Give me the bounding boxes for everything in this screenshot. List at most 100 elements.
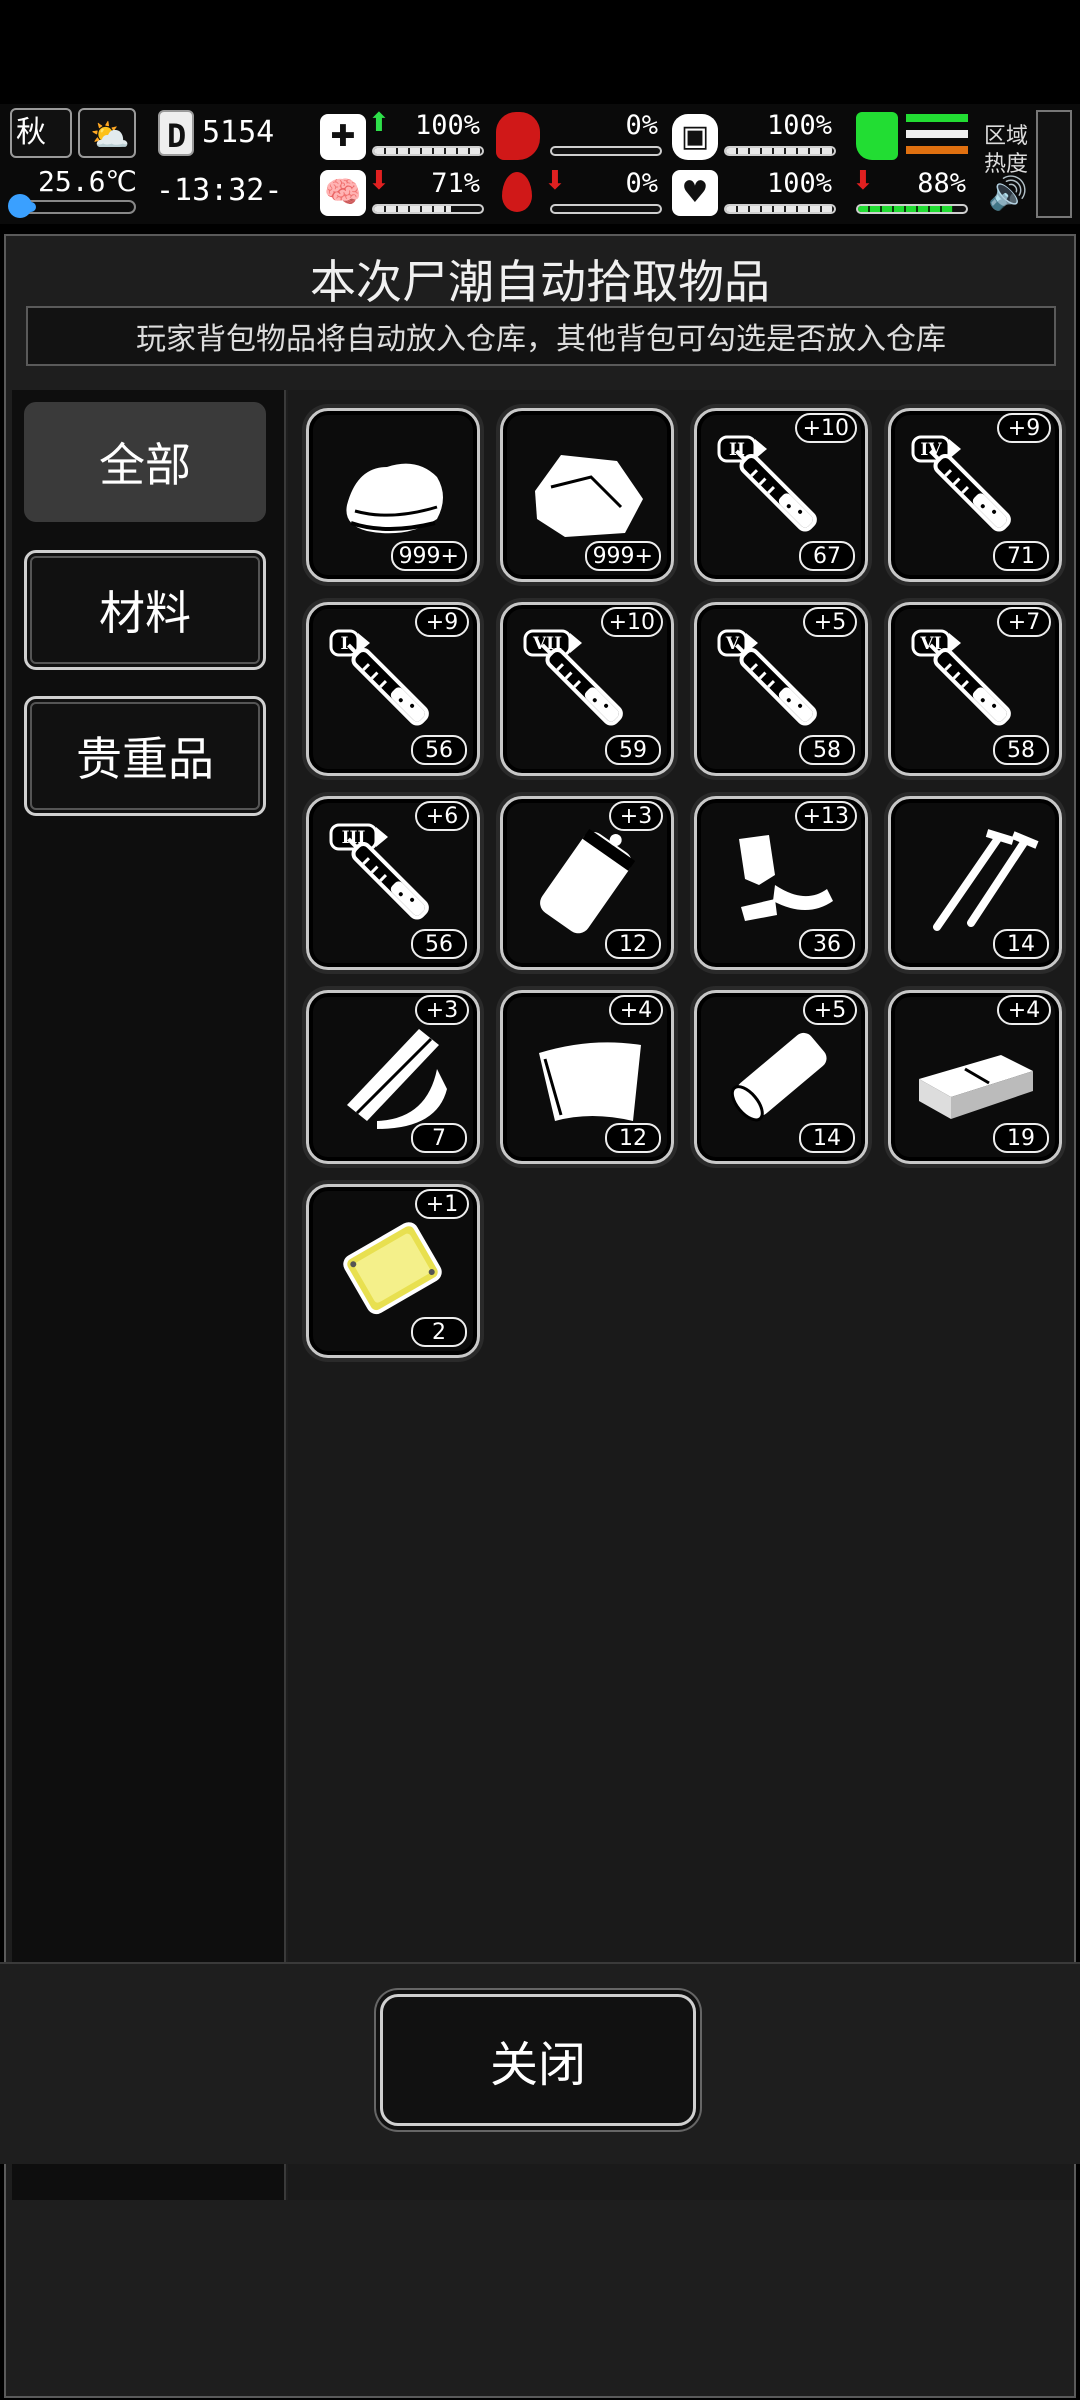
bleed-value: 0%: [625, 168, 658, 199]
item-gain-badge: +9: [997, 413, 1051, 443]
category-tab-valuables[interactable]: 贵重品: [24, 696, 266, 816]
item-slot[interactable]: I +9 56: [306, 602, 480, 776]
clock-readout: -13:32-: [156, 173, 283, 208]
item-slot[interactable]: VI +7 58: [888, 602, 1062, 776]
item-count-badge: 58: [993, 735, 1049, 765]
item-slot[interactable]: +4 12: [500, 990, 674, 1164]
item-gain-badge: +9: [415, 607, 469, 637]
season-box: 秋: [10, 108, 72, 158]
heart-icon: ♥: [672, 170, 718, 216]
item-count-badge: 71: [993, 541, 1049, 571]
log-icon: [730, 1032, 827, 1122]
blood-drop-icon: [502, 172, 532, 212]
stamina-bar: [856, 204, 968, 214]
cloth-sheet-icon: [539, 1042, 641, 1121]
scrap-parts-icon: [739, 835, 833, 921]
item-count-badge: 14: [993, 929, 1049, 959]
item-slot[interactable]: IV +9 71: [888, 408, 1062, 582]
speaker-icon[interactable]: 🔊: [988, 174, 1028, 212]
panel-subtitle: 玩家背包物品将自动放入仓库，其他背包可勾选是否放入仓库: [26, 306, 1056, 366]
item-slot[interactable]: 999+: [306, 408, 480, 582]
item-gain-badge: +10: [600, 607, 663, 637]
water-value: 100%: [766, 110, 832, 141]
cloth-icon: [346, 463, 443, 534]
plastic-bag-icon: [540, 828, 636, 934]
item-count-badge: 56: [411, 735, 467, 765]
item-slot[interactable]: +3 7: [306, 990, 480, 1164]
item-gain-badge: +4: [609, 995, 663, 1025]
wood-planks-icon: [347, 1029, 447, 1129]
item-count-badge: 19: [993, 1123, 1049, 1153]
mood-value: 71%: [431, 168, 480, 199]
category-sidebar: 全部 材料 贵重品: [12, 390, 286, 2200]
svg-text:I: I: [341, 634, 349, 654]
item-count-badge: 59: [605, 735, 661, 765]
item-count-badge: 7: [411, 1123, 467, 1153]
item-gain-badge: +10: [794, 413, 857, 443]
item-slot[interactable]: +5 14: [694, 990, 868, 1164]
syringe-v-icon: V: [717, 629, 817, 726]
category-tab-all[interactable]: 全部: [24, 402, 266, 522]
item-gain-badge: +7: [997, 607, 1051, 637]
brick-icon: [919, 1055, 1033, 1119]
mood-bar: [372, 204, 484, 214]
item-slot[interactable]: +1 2: [306, 1184, 480, 1358]
status-hud: 秋 ⛅ 25.6℃ D 5154 -13:32- ✚ ⬆ 100% 🧠 ⬇ 71…: [0, 104, 1080, 224]
stomach-icon: [496, 112, 540, 160]
item-count-badge: 999+: [390, 541, 467, 571]
item-gain-badge: +4: [997, 995, 1051, 1025]
item-slot[interactable]: V +5 58: [694, 602, 868, 776]
item-count-badge: 12: [605, 929, 661, 959]
syringe-ii-icon: II: [717, 435, 817, 532]
item-gain-badge: +5: [803, 607, 857, 637]
syringe-iii-icon: III: [329, 823, 429, 920]
item-slot[interactable]: +3 12: [500, 796, 674, 970]
weather-box: ⛅: [78, 108, 136, 158]
item-count-badge: 14: [799, 1123, 855, 1153]
syringe-iv-icon: IV: [911, 435, 1011, 532]
boot-icon: [856, 112, 898, 160]
category-tab-materials[interactable]: 材料: [24, 550, 266, 670]
item-gain-badge: +6: [415, 801, 469, 831]
item-slot[interactable]: 999+: [500, 408, 674, 582]
thermometer-icon: [8, 194, 32, 218]
item-grid: 999+ 999+ II +10 67 IV +9 71 I +9 56 VII: [288, 390, 1074, 2200]
gold-plate-icon: [343, 1222, 442, 1315]
season-label: 秋: [16, 115, 46, 150]
temperature-readout: 25.6℃: [38, 165, 137, 198]
item-slot[interactable]: VII +10 59: [500, 602, 674, 776]
syringe-vii-icon: VII: [523, 629, 623, 726]
heart-value: 100%: [766, 168, 832, 199]
item-slot[interactable]: II +10 67: [694, 408, 868, 582]
leather-icon: [535, 455, 643, 537]
hunger-value: 0%: [625, 110, 658, 141]
item-slot[interactable]: III +6 56: [306, 796, 480, 970]
item-gain-badge: +3: [609, 801, 663, 831]
item-slot[interactable]: +4 19: [888, 990, 1062, 1164]
close-button[interactable]: 关闭: [380, 1994, 696, 2126]
water-bottle-icon: ▣: [672, 114, 718, 160]
item-count-badge: 58: [799, 735, 855, 765]
item-gain-badge: +5: [803, 995, 857, 1025]
heart-bar: [724, 204, 836, 214]
bleed-bar: [550, 204, 662, 214]
item-count-badge: 67: [799, 541, 855, 571]
medkit-icon: ✚: [320, 114, 366, 160]
hunger-bar: [550, 146, 662, 156]
day-prefix-box: D: [158, 110, 194, 156]
item-gain-badge: +13: [794, 801, 857, 831]
brain-icon: 🧠: [320, 170, 366, 216]
item-count-badge: 12: [605, 1123, 661, 1153]
item-count-badge: 2: [411, 1317, 467, 1347]
day-prefix: D: [167, 117, 187, 155]
item-slot[interactable]: 14: [888, 796, 1062, 970]
item-gain-badge: +3: [415, 995, 469, 1025]
item-gain-badge: +1: [415, 1189, 469, 1219]
region-heat-meter: [1036, 110, 1072, 218]
water-bar: [724, 146, 836, 156]
syringe-i-icon: I: [329, 629, 429, 726]
health-bar: [372, 146, 484, 156]
health-value: 100%: [414, 110, 480, 141]
item-slot[interactable]: +13 36: [694, 796, 868, 970]
item-count-badge: 36: [799, 929, 855, 959]
